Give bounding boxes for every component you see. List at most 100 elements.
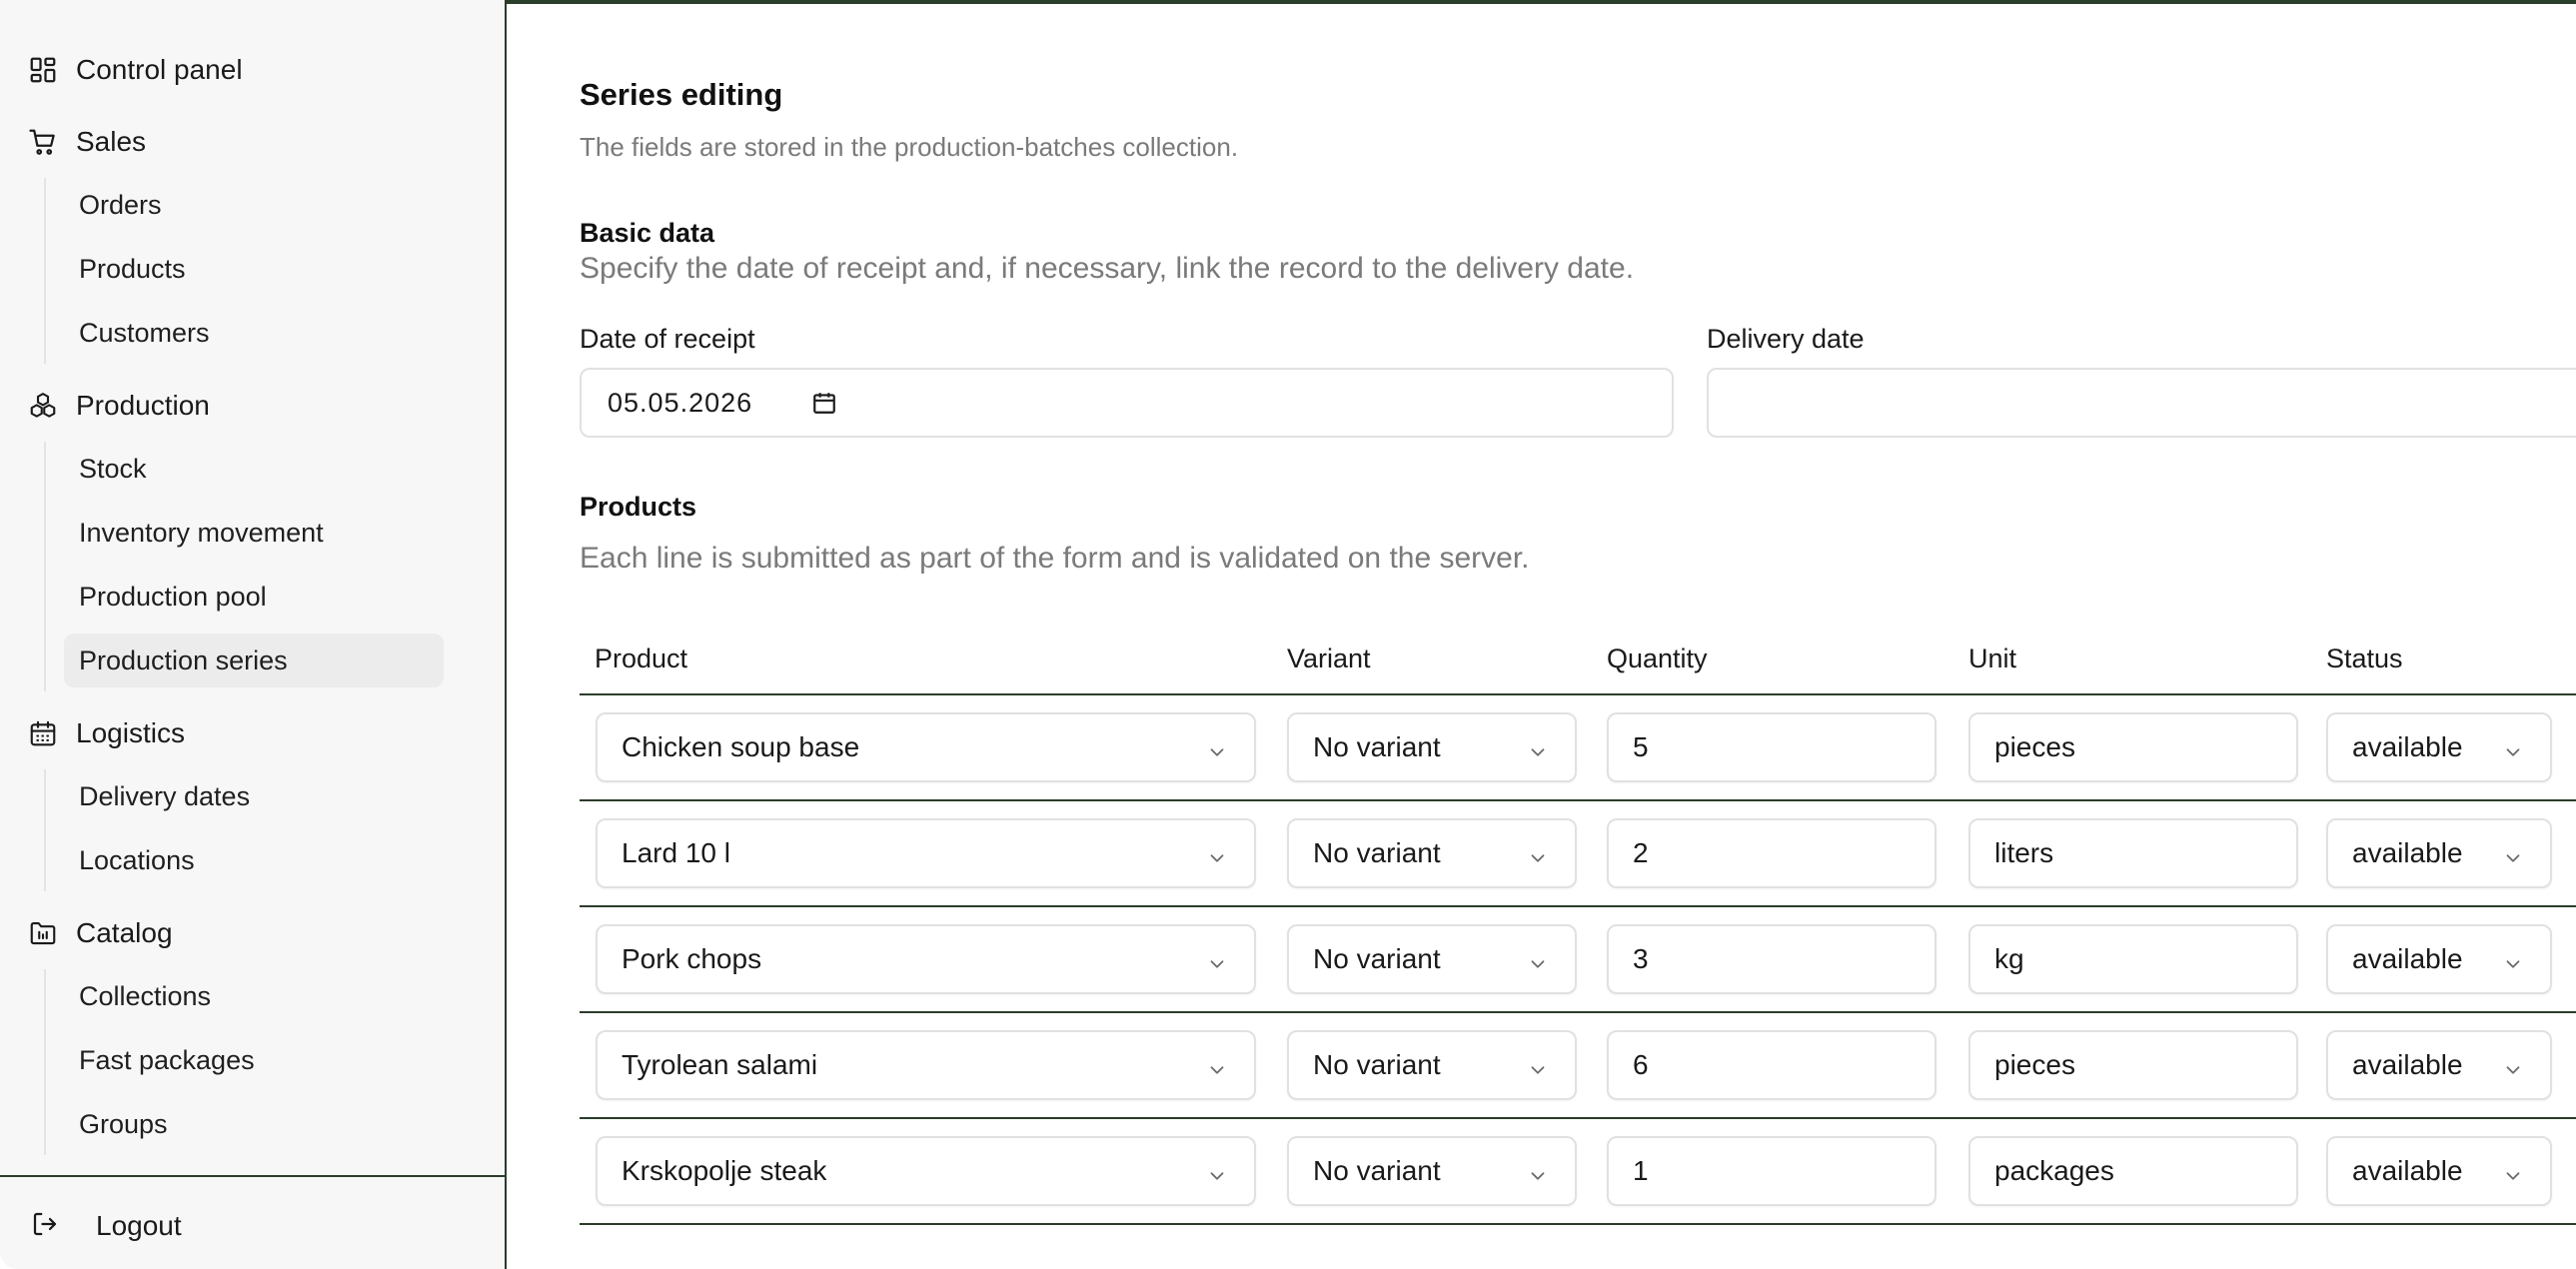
variant-select-value: No variant — [1313, 731, 1441, 762]
chevron-down-icon — [1206, 1056, 1228, 1078]
chevron-down-icon — [2502, 844, 2524, 866]
product-select[interactable]: Lard 10 l — [596, 818, 1256, 888]
logout-label: Logout — [96, 1210, 182, 1241]
column-header-status: Status — [2326, 643, 2403, 673]
sidebar-item-stock[interactable]: Stock — [64, 442, 444, 496]
status-select-value: available — [2352, 1155, 2463, 1186]
sales-subnav: Orders Products Customers — [44, 178, 210, 364]
quantity-input[interactable]: 1 — [1607, 1136, 1936, 1206]
unit-input-value: pieces — [1994, 1049, 2075, 1080]
variant-select-value: No variant — [1313, 943, 1441, 974]
unit-input[interactable]: kg — [1968, 924, 2298, 994]
sidebar-item-fast-packages[interactable]: Fast packages — [64, 1033, 444, 1087]
variant-select[interactable]: No variant — [1287, 712, 1577, 782]
sidebar-item-orders[interactable]: Orders — [64, 178, 444, 232]
unit-input[interactable]: packages — [1968, 1136, 2298, 1206]
quantity-input[interactable]: 6 — [1607, 1030, 1936, 1100]
table-row-divider — [580, 905, 2576, 907]
nav-control-panel-label: Control panel — [76, 54, 243, 85]
chevron-down-icon — [2502, 1056, 2524, 1078]
delivery-date-label: Delivery date — [1707, 324, 1865, 354]
sidebar-item-delivery-dates[interactable]: Delivery dates — [64, 769, 444, 823]
chevron-down-icon — [1206, 844, 1228, 866]
sidebar-item-customers[interactable]: Customers — [64, 306, 444, 360]
date-of-receipt-value: 05.05.2026 — [608, 387, 753, 418]
nav-sales[interactable]: Sales — [28, 122, 146, 162]
column-header-quantity: Quantity — [1607, 643, 1708, 673]
product-select[interactable]: Chicken soup base — [596, 712, 1256, 782]
calendar-icon — [28, 718, 58, 748]
status-select[interactable]: available — [2326, 818, 2552, 888]
catalog-subnav: Collections Fast packages Groups — [44, 969, 255, 1155]
status-select[interactable]: available — [2326, 1136, 2552, 1206]
delivery-date-select[interactable] — [1707, 368, 2576, 438]
logout-button[interactable]: Logout — [30, 1206, 182, 1246]
nav-catalog[interactable]: Catalog — [28, 913, 173, 953]
main-content: Series editing The fields are stored in … — [509, 4, 2576, 1269]
unit-input-value: packages — [1994, 1155, 2114, 1186]
product-select[interactable]: Pork chops — [596, 924, 1256, 994]
sidebar-item-collections[interactable]: Collections — [64, 969, 444, 1023]
product-select[interactable]: Tyrolean salami — [596, 1030, 1256, 1100]
variant-select-value: No variant — [1313, 1155, 1441, 1186]
folder-icon — [28, 918, 58, 948]
nav-production-label: Production — [76, 390, 210, 421]
production-subnav: Stock Inventory movement Production pool… — [44, 442, 444, 691]
quantity-input-value: 3 — [1633, 943, 1649, 974]
date-of-receipt-label: Date of receipt — [580, 324, 755, 354]
chevron-down-icon — [1527, 1162, 1549, 1184]
logout-icon — [30, 1209, 60, 1244]
variant-select-value: No variant — [1313, 1049, 1441, 1080]
product-select[interactable]: Krskopolje steak — [596, 1136, 1256, 1206]
variant-select[interactable]: No variant — [1287, 818, 1577, 888]
chevron-down-icon — [1206, 738, 1228, 760]
quantity-input[interactable]: 3 — [1607, 924, 1936, 994]
sidebar-item-products[interactable]: Products — [64, 242, 444, 296]
product-select-value: Chicken soup base — [622, 731, 860, 762]
variant-select[interactable]: No variant — [1287, 1030, 1577, 1100]
chevron-down-icon — [1206, 950, 1228, 972]
unit-input[interactable]: liters — [1968, 818, 2298, 888]
sidebar-item-locations[interactable]: Locations — [64, 833, 444, 887]
quantity-input-value: 1 — [1633, 1155, 1649, 1186]
chevron-down-icon — [1527, 1056, 1549, 1078]
sidebar-item-production-pool[interactable]: Production pool — [64, 570, 444, 624]
calendar-picker-icon[interactable] — [811, 390, 837, 416]
sidebar-divider — [0, 1175, 507, 1177]
chevron-down-icon — [1527, 950, 1549, 972]
variant-select[interactable]: No variant — [1287, 1136, 1577, 1206]
chevron-down-icon — [1527, 844, 1549, 866]
sidebar-item-inventory-movement[interactable]: Inventory movement — [64, 506, 444, 560]
chevron-down-icon — [1527, 738, 1549, 760]
quantity-input-value: 6 — [1633, 1049, 1649, 1080]
status-select-value: available — [2352, 1049, 2463, 1080]
app-root: Control panel Sales Orders Products Cust… — [0, 0, 2576, 1269]
date-of-receipt-input[interactable]: 05.05.2026 — [580, 368, 1674, 438]
quantity-input[interactable]: 5 — [1607, 712, 1936, 782]
unit-input[interactable]: pieces — [1968, 712, 2298, 782]
nav-control-panel[interactable]: Control panel — [28, 50, 243, 90]
product-select-value: Lard 10 l — [622, 837, 730, 868]
chevron-down-icon — [1206, 1162, 1228, 1184]
column-header-variant: Variant — [1287, 643, 1371, 673]
nav-logistics[interactable]: Logistics — [28, 713, 185, 753]
chevron-down-icon — [2502, 950, 2524, 972]
nav-production[interactable]: Production — [28, 386, 210, 426]
table-row-divider — [580, 1117, 2576, 1119]
sidebar-item-groups[interactable]: Groups — [64, 1097, 444, 1151]
status-select[interactable]: available — [2326, 1030, 2552, 1100]
unit-input-value: liters — [1994, 837, 2054, 868]
status-select[interactable]: available — [2326, 712, 2552, 782]
unit-input[interactable]: pieces — [1968, 1030, 2298, 1100]
variant-select[interactable]: No variant — [1287, 924, 1577, 994]
nav-sales-label: Sales — [76, 126, 147, 157]
quantity-input[interactable]: 2 — [1607, 818, 1936, 888]
boxes-icon — [28, 391, 58, 421]
chevron-down-icon — [2502, 738, 2524, 760]
status-select[interactable]: available — [2326, 924, 2552, 994]
sidebar: Control panel Sales Orders Products Cust… — [0, 0, 507, 1269]
sidebar-item-production-series[interactable]: Production series — [64, 634, 444, 687]
column-header-product: Product — [595, 643, 688, 673]
chevron-down-icon — [2502, 1162, 2524, 1184]
status-select-value: available — [2352, 837, 2463, 868]
